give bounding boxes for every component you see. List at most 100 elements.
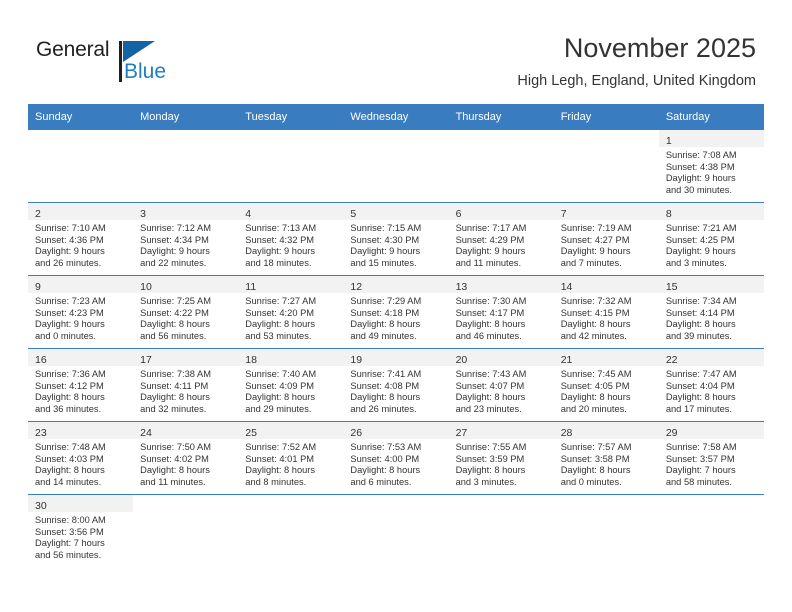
sunset-line: Sunset: 4:36 PM — [35, 234, 104, 245]
calendar-day-cell[interactable]: 13 Sunrise: 7:30 AM Sunset: 4:17 PM Dayligh… — [448, 275, 554, 349]
day-cell-1[interactable]: 1 Sunrise: 7:08 AM Sunset: 4:38 PM Daylight… — [658, 130, 764, 202]
logo-text-blue: Blue — [124, 60, 167, 83]
day-cell-7[interactable]: 7 Sunrise: 7:19 AM Sunset: 4:27 PM Daylight… — [553, 203, 659, 275]
day-cell-15[interactable]: 15 Sunrise: 7:34 AM Sunset: 4:14 PM Dayligh… — [658, 276, 764, 348]
calendar-day-cell[interactable] — [448, 129, 554, 203]
calendar-day-cell[interactable]: 23 Sunrise: 7:48 AM Sunset: 4:03 PM Dayligh… — [28, 421, 134, 495]
day-cell-21[interactable]: 21 Sunrise: 7:45 AM Sunset: 4:05 PM Dayligh… — [553, 349, 659, 421]
calendar-day-cell[interactable]: 27 Sunrise: 7:55 AM Sunset: 3:59 PM Dayligh… — [448, 421, 554, 495]
day-detail-lines: Sunrise: 7:50 AM Sunset: 4:02 PM Daylight:… — [133, 439, 238, 488]
calendar-day-cell[interactable]: 19 Sunrise: 7:41 AM Sunset: 4:08 PM Dayligh… — [343, 348, 449, 422]
day-cell-13[interactable]: 13 Sunrise: 7:30 AM Sunset: 4:17 PM Dayligh… — [448, 276, 554, 348]
day-cell-8[interactable]: 8 Sunrise: 7:21 AM Sunset: 4:25 PM Daylight… — [658, 203, 764, 275]
sunset-line: Sunset: 3:58 PM — [560, 453, 630, 464]
calendar-day-cell[interactable]: 10 Sunrise: 7:25 AM Sunset: 4:22 PM Dayligh… — [133, 275, 239, 349]
daylight-line-2: and 0 minutes. — [560, 476, 622, 487]
day-cell-27[interactable]: 27 Sunrise: 7:55 AM Sunset: 3:59 PM Dayligh… — [448, 422, 554, 494]
calendar-day-cell[interactable]: 29 Sunrise: 7:58 AM Sunset: 3:57 PM Dayligh… — [658, 421, 764, 495]
calendar-day-cell[interactable] — [133, 494, 239, 567]
calendar-day-cell[interactable] — [28, 129, 134, 203]
calendar-day-cell[interactable]: 9 Sunrise: 7:23 AM Sunset: 4:23 PM Daylight… — [28, 275, 134, 349]
calendar-day-cell[interactable]: 11 Sunrise: 7:27 AM Sunset: 4:20 PM Dayligh… — [238, 275, 344, 349]
day-cell-17[interactable]: 17 Sunrise: 7:38 AM Sunset: 4:11 PM Dayligh… — [133, 349, 239, 421]
day-cell-22[interactable]: 22 Sunrise: 7:47 AM Sunset: 4:04 PM Dayligh… — [658, 349, 764, 421]
calendar-day-cell[interactable] — [343, 129, 449, 203]
day-cell-23[interactable]: 23 Sunrise: 7:48 AM Sunset: 4:03 PM Dayligh… — [28, 422, 134, 494]
calendar-day-cell[interactable]: 1 Sunrise: 7:08 AM Sunset: 4:38 PM Daylight… — [658, 129, 764, 203]
calendar-day-cell[interactable]: 17 Sunrise: 7:38 AM Sunset: 4:11 PM Dayligh… — [133, 348, 239, 422]
calendar-day-cell[interactable]: 18 Sunrise: 7:40 AM Sunset: 4:09 PM Dayligh… — [238, 348, 344, 422]
calendar-day-cell[interactable] — [238, 129, 344, 203]
calendar-day-cell[interactable] — [133, 129, 239, 203]
day-cell-19[interactable]: 19 Sunrise: 7:41 AM Sunset: 4:08 PM Dayligh… — [343, 349, 449, 421]
daylight-line-2: and 15 minutes. — [350, 257, 417, 268]
day-cell-25[interactable]: 25 Sunrise: 7:52 AM Sunset: 4:01 PM Dayligh… — [238, 422, 344, 494]
calendar-day-cell[interactable] — [238, 494, 344, 567]
day-detail-lines: Sunrise: 7:38 AM Sunset: 4:11 PM Daylight:… — [133, 366, 238, 415]
day-number: 24 — [140, 427, 152, 439]
calendar-day-cell[interactable] — [658, 494, 764, 567]
daylight-line-1: Daylight: 9 hours — [560, 246, 631, 257]
daylight-line-1: Daylight: 8 hours — [455, 465, 526, 476]
daylight-line-1: Daylight: 8 hours — [35, 392, 105, 403]
day-cell-20[interactable]: 20 Sunrise: 7:43 AM Sunset: 4:07 PM Dayligh… — [448, 349, 554, 421]
day-number: 3 — [140, 208, 146, 220]
calendar-day-cell[interactable] — [553, 129, 659, 203]
daylight-line-2: and 8 minutes. — [245, 476, 307, 487]
daylight-line-2: and 46 minutes. — [455, 330, 522, 341]
calendar-day-cell[interactable] — [448, 494, 554, 567]
day-cell-2[interactable]: 2 Sunrise: 7:10 AM Sunset: 4:36 PM Daylight… — [28, 203, 134, 275]
calendar-week-row: 16 Sunrise: 7:36 AM Sunset: 4:12 PM Dayligh… — [28, 348, 764, 422]
calendar-day-cell[interactable]: 14 Sunrise: 7:32 AM Sunset: 4:15 PM Dayligh… — [553, 275, 659, 349]
day-cell-3[interactable]: 3 Sunrise: 7:12 AM Sunset: 4:34 PM Daylight… — [133, 203, 239, 275]
calendar-day-cell[interactable]: 25 Sunrise: 7:52 AM Sunset: 4:01 PM Dayligh… — [238, 421, 344, 495]
daylight-line-1: Daylight: 8 hours — [455, 319, 526, 330]
day-cell-11[interactable]: 11 Sunrise: 7:27 AM Sunset: 4:20 PM Dayligh… — [238, 276, 344, 348]
day-cell-12[interactable]: 12 Sunrise: 7:29 AM Sunset: 4:18 PM Dayligh… — [343, 276, 449, 348]
calendar-day-cell[interactable]: 3 Sunrise: 7:12 AM Sunset: 4:34 PM Daylight… — [133, 202, 239, 276]
calendar-week-row: 2 Sunrise: 7:10 AM Sunset: 4:36 PM Daylight… — [28, 202, 764, 276]
sunset-line: Sunset: 4:04 PM — [665, 380, 735, 391]
day-cell-10[interactable]: 10 Sunrise: 7:25 AM Sunset: 4:22 PM Dayligh… — [133, 276, 239, 348]
calendar-day-cell[interactable]: 12 Sunrise: 7:29 AM Sunset: 4:18 PM Dayligh… — [343, 275, 449, 349]
calendar-day-cell[interactable]: 24 Sunrise: 7:50 AM Sunset: 4:02 PM Dayligh… — [133, 421, 239, 495]
calendar-day-cell[interactable]: 16 Sunrise: 7:36 AM Sunset: 4:12 PM Dayligh… — [28, 348, 134, 422]
daylight-line-1: Daylight: 8 hours — [455, 392, 526, 403]
calendar-day-cell[interactable]: 26 Sunrise: 7:53 AM Sunset: 4:00 PM Dayligh… — [343, 421, 449, 495]
calendar-day-cell[interactable]: 5 Sunrise: 7:15 AM Sunset: 4:30 PM Daylight… — [343, 202, 449, 276]
calendar-day-cell[interactable]: 7 Sunrise: 7:19 AM Sunset: 4:27 PM Daylight… — [553, 202, 659, 276]
calendar-day-cell[interactable]: 22 Sunrise: 7:47 AM Sunset: 4:04 PM Dayligh… — [658, 348, 764, 422]
calendar-day-cell[interactable] — [553, 494, 659, 567]
day-cell-29[interactable]: 29 Sunrise: 7:58 AM Sunset: 3:57 PM Dayligh… — [658, 422, 764, 494]
calendar-day-cell[interactable]: 8 Sunrise: 7:21 AM Sunset: 4:25 PM Daylight… — [658, 202, 764, 276]
calendar-day-cell[interactable]: 6 Sunrise: 7:17 AM Sunset: 4:29 PM Daylight… — [448, 202, 554, 276]
empty-day-cell — [343, 495, 448, 567]
day-cell-14[interactable]: 14 Sunrise: 7:32 AM Sunset: 4:15 PM Dayligh… — [553, 276, 659, 348]
day-cell-9[interactable]: 9 Sunrise: 7:23 AM Sunset: 4:23 PM Daylight… — [28, 276, 134, 348]
calendar-day-cell[interactable]: 4 Sunrise: 7:13 AM Sunset: 4:32 PM Daylight… — [238, 202, 344, 276]
sunset-line: Sunset: 4:15 PM — [560, 307, 630, 318]
daylight-line-2: and 23 minutes. — [455, 403, 522, 414]
calendar-day-cell[interactable]: 21 Sunrise: 7:45 AM Sunset: 4:05 PM Dayligh… — [553, 348, 659, 422]
calendar-day-cell[interactable]: 30 Sunrise: 8:00 AM Sunset: 3:56 PM Dayligh… — [28, 494, 134, 567]
sunset-line: Sunset: 4:29 PM — [455, 234, 525, 245]
general-blue-logo[interactable]: General Blue — [36, 38, 166, 88]
day-cell-5[interactable]: 5 Sunrise: 7:15 AM Sunset: 4:30 PM Daylight… — [343, 203, 449, 275]
daylight-line-2: and 56 minutes. — [140, 330, 207, 341]
calendar-day-cell[interactable]: 28 Sunrise: 7:57 AM Sunset: 3:58 PM Dayligh… — [553, 421, 659, 495]
day-cell-30[interactable]: 30 Sunrise: 8:00 AM Sunset: 3:56 PM Dayligh… — [28, 495, 134, 567]
day-cell-26[interactable]: 26 Sunrise: 7:53 AM Sunset: 4:00 PM Dayligh… — [343, 422, 449, 494]
day-cell-28[interactable]: 28 Sunrise: 7:57 AM Sunset: 3:58 PM Dayligh… — [553, 422, 659, 494]
calendar-day-cell[interactable] — [343, 494, 449, 567]
calendar-day-cell[interactable]: 2 Sunrise: 7:10 AM Sunset: 4:36 PM Daylight… — [28, 202, 134, 276]
calendar-day-cell[interactable]: 20 Sunrise: 7:43 AM Sunset: 4:07 PM Dayligh… — [448, 348, 554, 422]
day-cell-18[interactable]: 18 Sunrise: 7:40 AM Sunset: 4:09 PM Dayligh… — [238, 349, 344, 421]
day-cell-6[interactable]: 6 Sunrise: 7:17 AM Sunset: 4:29 PM Daylight… — [448, 203, 554, 275]
day-number-band — [449, 495, 554, 512]
day-cell-16[interactable]: 16 Sunrise: 7:36 AM Sunset: 4:12 PM Dayligh… — [28, 349, 134, 421]
day-detail-lines: Sunrise: 7:08 AM Sunset: 4:38 PM Daylight:… — [659, 147, 764, 196]
calendar-day-cell[interactable]: 15 Sunrise: 7:34 AM Sunset: 4:14 PM Dayligh… — [658, 275, 764, 349]
day-cell-24[interactable]: 24 Sunrise: 7:50 AM Sunset: 4:02 PM Dayligh… — [133, 422, 239, 494]
day-detail-lines: Sunrise: 7:17 AM Sunset: 4:29 PM Daylight:… — [449, 220, 554, 269]
day-cell-4[interactable]: 4 Sunrise: 7:13 AM Sunset: 4:32 PM Daylight… — [238, 203, 344, 275]
